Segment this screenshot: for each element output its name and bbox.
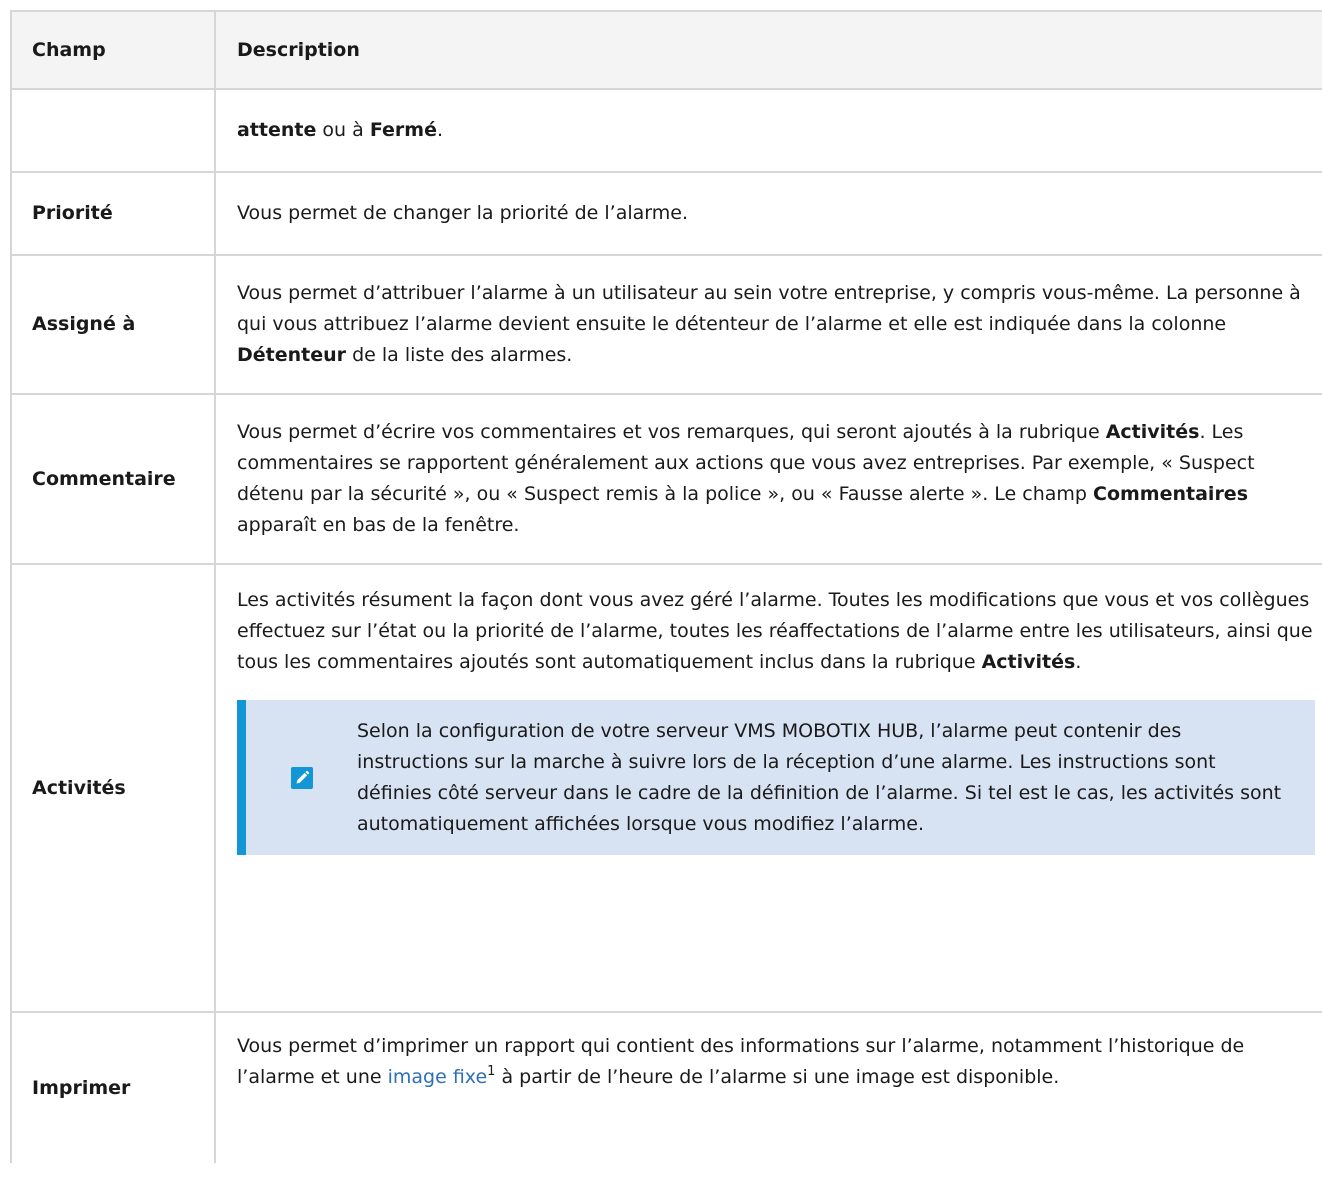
image-fixe-link[interactable]: image fixe xyxy=(388,1066,488,1088)
field-cell: Priorité xyxy=(10,171,216,256)
description-cell: Vous permet d’imprimer un rapport qui co… xyxy=(214,1011,1322,1163)
table-row-commentaire: Commentaire Vous permet d’écrire vos com… xyxy=(10,393,1322,565)
footnote-marker: 1 xyxy=(487,1063,496,1079)
note-box: Selon la configuration de votre serveur … xyxy=(237,700,1315,855)
table-row-activites: Activités Les activités résument la faço… xyxy=(10,563,1322,1013)
header-description: Description xyxy=(214,10,1322,90)
description-paragraph: Les activités résument la façon dont vou… xyxy=(237,585,1315,678)
description-cell: attente ou à Fermé. xyxy=(214,88,1322,173)
table-row-continuation: attente ou à Fermé. xyxy=(10,88,1322,173)
description-text: Vous permet d’écrire vos commentaires et… xyxy=(237,421,1106,443)
field-cell-empty xyxy=(10,88,216,173)
bold-term: Activités xyxy=(981,651,1076,673)
table-row-priorite: Priorité Vous permet de changer la prior… xyxy=(10,171,1322,256)
description-cell: Vous permet de changer la priorité de l’… xyxy=(214,171,1322,256)
table-row-imprimer: Imprimer Vous permet d’imprimer un rappo… xyxy=(10,1011,1322,1163)
pencil-icon xyxy=(246,767,357,789)
description-text: à partir de l’heure de l’alarme si une i… xyxy=(495,1066,1060,1088)
pencil-icon-svg xyxy=(290,767,313,789)
description-text: Les activités résument la façon dont vou… xyxy=(237,589,1313,673)
field-cell: Commentaire xyxy=(10,393,216,565)
description-text: . xyxy=(1075,651,1082,673)
field-cell: Activités xyxy=(10,563,216,1013)
table-header-row: Champ Description xyxy=(10,10,1322,90)
field-description-table: Champ Description attente ou à Fermé. Pr… xyxy=(10,10,1322,1163)
field-cell: Imprimer xyxy=(10,1011,216,1163)
description-cell: Les activités résument la façon dont vou… xyxy=(214,563,1322,1013)
bold-term: Fermé xyxy=(369,119,437,141)
description-cell: Vous permet d’attribuer l’alarme à un ut… xyxy=(214,254,1322,395)
bold-term: Activités xyxy=(1105,421,1200,443)
header-champ: Champ xyxy=(10,10,216,90)
description-text: apparaît en bas de la fenêtre. xyxy=(237,514,520,536)
field-cell: Assigné à xyxy=(10,254,216,395)
description-cell: Vous permet d’écrire vos commentaires et… xyxy=(214,393,1322,565)
description-text: . xyxy=(436,119,444,141)
table-row-assigne: Assigné à Vous permet d’attribuer l’alar… xyxy=(10,254,1322,395)
bold-term: Détenteur xyxy=(237,344,347,366)
description-text: Vous permet d’attribuer l’alarme à un ut… xyxy=(237,282,1301,335)
bold-term: Commentaires xyxy=(1093,483,1249,505)
description-text: de la liste des alarmes. xyxy=(346,344,573,366)
description-text: ou à xyxy=(316,119,370,141)
note-text: Selon la configuration de votre serveur … xyxy=(357,720,1282,835)
bold-term: attente xyxy=(237,119,317,141)
